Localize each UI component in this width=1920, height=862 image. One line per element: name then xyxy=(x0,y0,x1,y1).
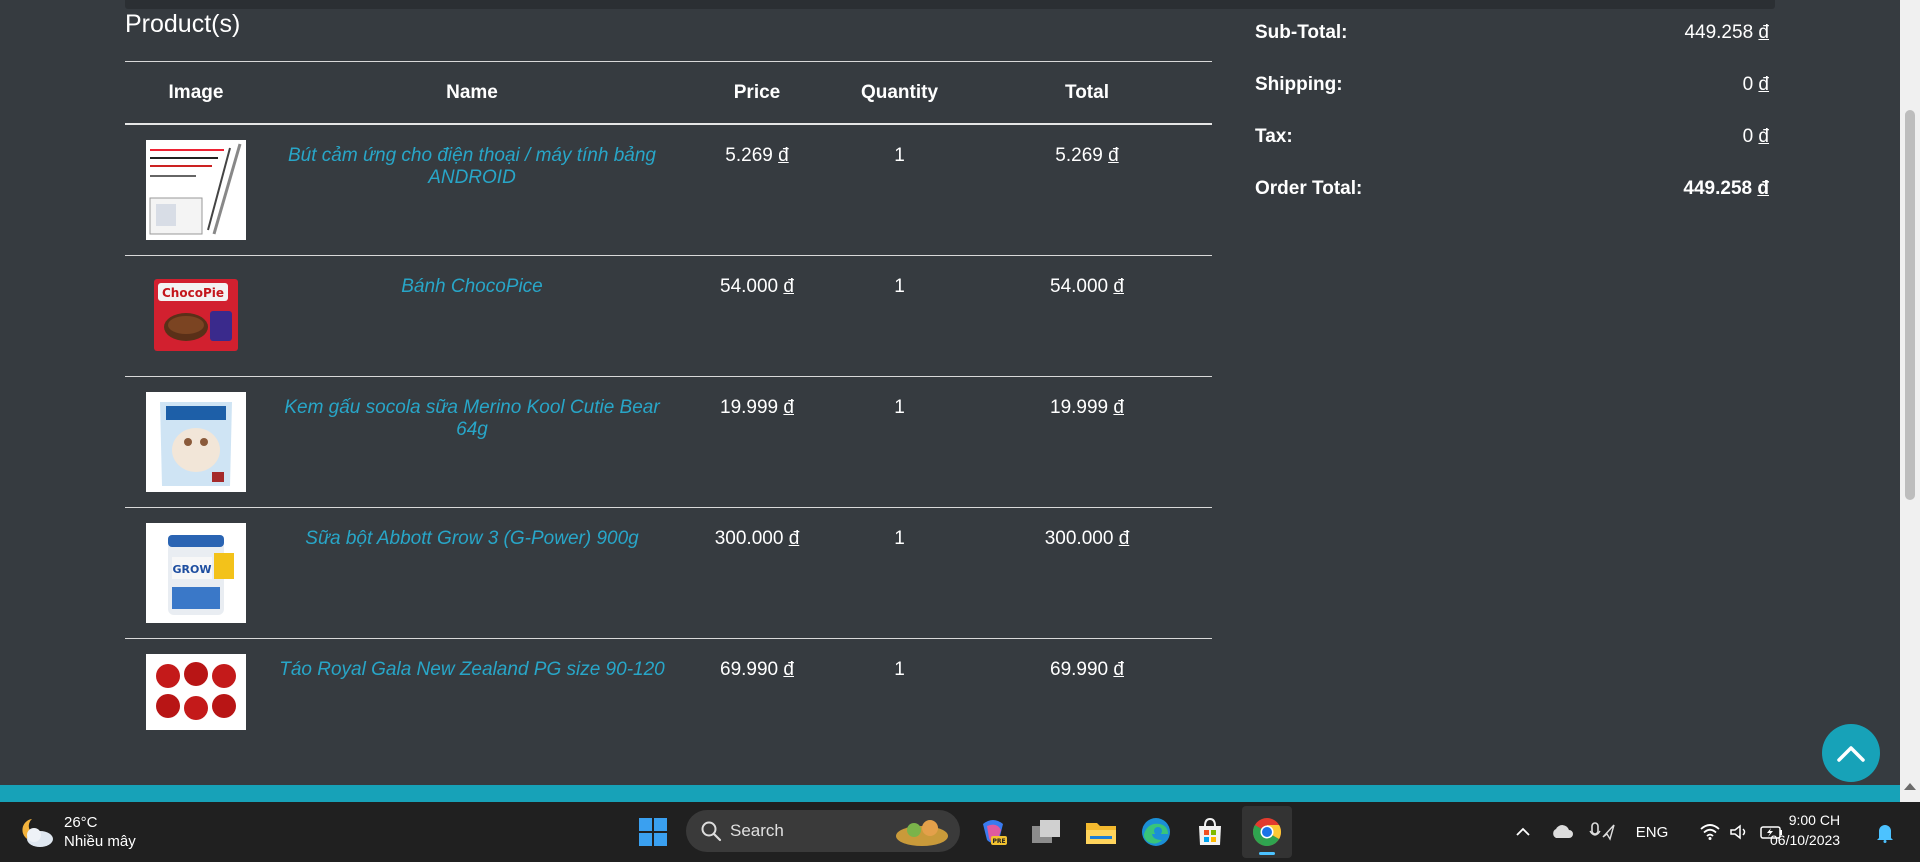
taskbar-search-box[interactable]: Search xyxy=(686,810,960,852)
table-row: Bút cảm ứng cho điện thoại / máy tính bả… xyxy=(125,124,1212,255)
product-total: 300.000 đ xyxy=(1044,527,1130,549)
svg-text:PRE: PRE xyxy=(992,838,1005,845)
weather-widget[interactable]: 26°C Nhiều mây xyxy=(18,810,136,854)
file-explorer-button[interactable] xyxy=(1083,814,1119,850)
back-to-top-button[interactable] xyxy=(1822,724,1880,782)
page-scrollbar[interactable] xyxy=(1900,0,1920,802)
column-header-total: Total xyxy=(962,61,1212,125)
search-label: Search xyxy=(730,821,784,840)
footer-accent-bar xyxy=(0,785,1920,802)
product-total: 69.990 đ xyxy=(1050,658,1124,680)
table-row: Táo Royal Gala New Zealand PG size 90-12… xyxy=(125,638,1212,738)
notifications-button[interactable] xyxy=(1872,820,1898,846)
tax-value: 0 đ xyxy=(1742,126,1769,147)
edge-browser-button[interactable] xyxy=(1138,814,1174,850)
product-name-link[interactable]: Kem gấu socola sữa Merino Kool Cutie Bea… xyxy=(267,397,677,441)
product-total: 5.269 đ xyxy=(1055,145,1119,166)
clock-date: 06/10/2023 xyxy=(1770,832,1841,848)
ice-cream-package-image[interactable] xyxy=(146,391,246,492)
start-button[interactable] xyxy=(637,816,669,848)
product-total: 54.000 đ xyxy=(1050,275,1124,297)
red-apples-image[interactable] xyxy=(146,653,246,730)
product-name-link[interactable]: Táo Royal Gala New Zealand PG size 90-12… xyxy=(279,659,664,681)
subtotal-value: 449.258 đ xyxy=(1684,22,1769,43)
chevron-up-icon xyxy=(1837,746,1865,762)
product-total: 19.999 đ xyxy=(1050,396,1124,418)
scrollbar-thumb[interactable] xyxy=(1905,110,1915,500)
column-header-price: Price xyxy=(677,61,837,125)
chrome-icon xyxy=(1253,818,1281,846)
svg-text:GROW: GROW xyxy=(173,563,212,576)
scroll-down-arrow-icon[interactable] xyxy=(1904,783,1916,790)
system-clock[interactable]: 9:00 CH 06/10/2023 xyxy=(1770,810,1840,850)
chocopie-box-image[interactable]: ChocoPie xyxy=(146,270,246,361)
product-name-link[interactable]: Sữa bột Abbott Grow 3 (G-Power) 900g xyxy=(305,528,638,550)
search-icon xyxy=(701,821,722,842)
product-name-link[interactable]: Bánh ChocoPice xyxy=(401,276,543,298)
order-total-row: Order Total: 449.258 đ xyxy=(1255,172,1769,224)
product-name-link[interactable]: Bút cảm ứng cho điện thoại / máy tính bả… xyxy=(267,145,677,189)
product-price: 69.990 đ xyxy=(720,658,794,680)
products-heading: Product(s) xyxy=(125,10,241,38)
product-quantity: 1 xyxy=(894,396,905,418)
copilot-taskbar-icon[interactable]: PRE xyxy=(975,814,1011,850)
edge-icon xyxy=(1142,818,1170,846)
microsoft-store-button[interactable] xyxy=(1192,814,1228,850)
product-price: 300.000 đ xyxy=(714,527,800,549)
clock-time: 9:00 CH xyxy=(1788,812,1841,828)
chrome-browser-button[interactable] xyxy=(1242,806,1292,858)
product-quantity: 1 xyxy=(894,527,905,549)
product-quantity: 1 xyxy=(894,145,905,166)
task-view-icon xyxy=(1032,820,1060,843)
column-header-quantity: Quantity xyxy=(837,61,962,125)
column-header-name: Name xyxy=(267,61,677,125)
windows-logo-icon xyxy=(639,818,667,846)
folder-icon xyxy=(1086,823,1116,844)
weather-description: Nhiều mây xyxy=(64,833,136,850)
svg-text:ChocoPie: ChocoPie xyxy=(162,286,224,300)
table-row: GROW Sữa bột Abbott Grow 3 (G-Power) 900… xyxy=(125,507,1212,638)
store-icon xyxy=(1199,817,1221,845)
windows-taskbar: 26°C Nhiều mây Search PRE ENG 9:00 CH 06… xyxy=(0,802,1920,862)
tax-row: Tax: 0 đ xyxy=(1255,120,1769,172)
milk-powder-can-image[interactable]: GROW xyxy=(146,522,246,623)
order-total-label: Order Total: xyxy=(1255,178,1363,199)
subtotal-label: Sub-Total: xyxy=(1255,22,1348,43)
search-highlight-icon xyxy=(896,820,948,846)
onedrive-button[interactable] xyxy=(1548,818,1576,846)
tax-label: Tax: xyxy=(1255,126,1293,147)
wifi-icon xyxy=(1700,824,1720,840)
stylus-pens-image[interactable] xyxy=(146,140,246,240)
microphone-location-button[interactable] xyxy=(1586,818,1618,846)
weather-temperature: 26°C xyxy=(64,814,98,831)
show-hidden-icons-button[interactable] xyxy=(1510,818,1536,846)
product-price: 5.269 đ xyxy=(725,145,789,166)
task-view-button[interactable] xyxy=(1028,814,1064,850)
table-row: Kem gấu socola sữa Merino Kool Cutie Bea… xyxy=(125,376,1212,507)
shipping-row: Shipping: 0 đ xyxy=(1255,68,1769,120)
copilot-icon: PRE xyxy=(983,820,1007,845)
shipping-label: Shipping: xyxy=(1255,74,1343,95)
table-row: ChocoPie Bánh ChocoPice 54.000 đ 1 54.00… xyxy=(125,255,1212,376)
cloud-icon xyxy=(1553,825,1573,838)
active-app-indicator xyxy=(1259,852,1275,855)
partly-cloudy-night-icon xyxy=(22,819,53,847)
product-quantity: 1 xyxy=(894,275,905,297)
column-header-image: Image xyxy=(125,61,267,125)
subtotal-row: Sub-Total: 449.258 đ xyxy=(1255,16,1769,68)
product-price: 54.000 đ xyxy=(720,275,794,297)
top-panel-edge xyxy=(125,0,1775,9)
shipping-value: 0 đ xyxy=(1742,74,1769,95)
products-table: Image Name Price Quantity Total Bút cảm … xyxy=(125,61,1212,738)
product-quantity: 1 xyxy=(894,658,905,680)
order-summary: Sub-Total: 449.258 đ Shipping: 0 đ Tax: … xyxy=(1255,16,1769,224)
order-total-value: 449.258 đ xyxy=(1683,178,1769,199)
microphone-icon xyxy=(1589,822,1615,841)
product-price: 19.999 đ xyxy=(720,396,794,418)
bell-icon xyxy=(1877,825,1893,843)
table-header-row: Image Name Price Quantity Total xyxy=(125,61,1212,125)
volume-icon xyxy=(1730,824,1746,840)
language-indicator[interactable]: ENG xyxy=(1630,818,1674,846)
chevron-up-icon xyxy=(1516,827,1530,836)
